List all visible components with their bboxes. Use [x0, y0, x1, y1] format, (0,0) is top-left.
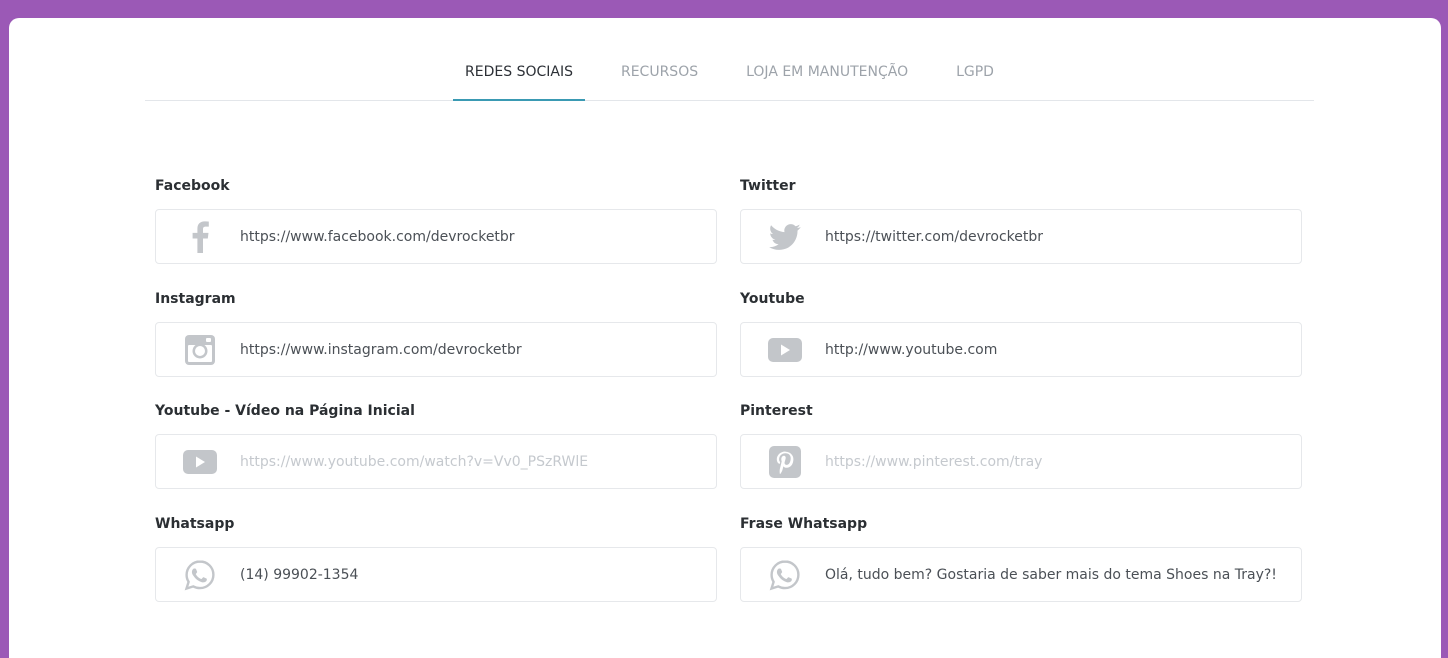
pinterest-field[interactable]: https://www.pinterest.com/tray [740, 434, 1302, 489]
youtube-icon [182, 444, 218, 480]
youtube-input[interactable]: http://www.youtube.com [825, 342, 1301, 358]
twitter-icon [767, 219, 803, 255]
youtube-label: Youtube [740, 291, 805, 307]
whatsapp-phrase-field[interactable]: Olá, tudo bem? Gostaria de saber mais do… [740, 547, 1302, 602]
tab-loja-em-manutencao[interactable]: LOJA EM MANUTENÇÃO [734, 18, 920, 100]
twitter-label: Twitter [740, 178, 796, 194]
pinterest-icon [767, 444, 803, 480]
instagram-field[interactable]: https://www.instagram.com/devrocketbr [155, 322, 717, 377]
whatsapp-phrase-input[interactable]: Olá, tudo bem? Gostaria de saber mais do… [825, 567, 1301, 583]
twitter-input[interactable]: https://twitter.com/devrocketbr [825, 229, 1301, 245]
pinterest-label: Pinterest [740, 403, 813, 419]
youtube-home-label: Youtube - Vídeo na Página Inicial [155, 403, 415, 419]
instagram-icon [182, 332, 218, 368]
whatsapp-input[interactable]: (14) 99902-1354 [240, 567, 716, 583]
whatsapp-phrase-label: Frase Whatsapp [740, 516, 868, 532]
whatsapp-icon [767, 557, 803, 593]
youtube-home-field[interactable]: https://www.youtube.com/watch?v=Vv0_PSzR… [155, 434, 717, 489]
tab-bar: REDES SOCIAIS RECURSOS LOJA EM MANUTENÇÃ… [145, 18, 1314, 101]
tab-recursos[interactable]: RECURSOS [609, 18, 710, 100]
facebook-icon [182, 219, 218, 255]
settings-panel: REDES SOCIAIS RECURSOS LOJA EM MANUTENÇÃ… [9, 18, 1441, 658]
facebook-input[interactable]: https://www.facebook.com/devrocketbr [240, 229, 716, 245]
tab-lgpd[interactable]: LGPD [944, 18, 1006, 100]
whatsapp-field[interactable]: (14) 99902-1354 [155, 547, 717, 602]
twitter-field[interactable]: https://twitter.com/devrocketbr [740, 209, 1302, 264]
tab-redes-sociais[interactable]: REDES SOCIAIS [453, 18, 585, 101]
youtube-home-input[interactable]: https://www.youtube.com/watch?v=Vv0_PSzR… [240, 454, 716, 470]
instagram-label: Instagram [155, 291, 236, 307]
facebook-label: Facebook [155, 178, 230, 194]
instagram-input[interactable]: https://www.instagram.com/devrocketbr [240, 342, 716, 358]
facebook-field[interactable]: https://www.facebook.com/devrocketbr [155, 209, 717, 264]
whatsapp-icon [182, 557, 218, 593]
youtube-field[interactable]: http://www.youtube.com [740, 322, 1302, 377]
youtube-icon [767, 332, 803, 368]
pinterest-input[interactable]: https://www.pinterest.com/tray [825, 454, 1301, 470]
whatsapp-label: Whatsapp [155, 516, 235, 532]
